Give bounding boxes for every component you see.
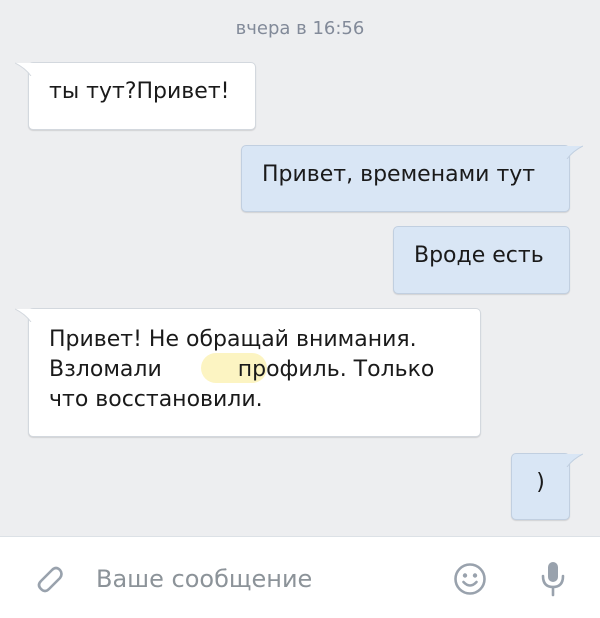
paperclip-icon[interactable] <box>31 561 65 595</box>
message-text: профиль. Только <box>237 357 435 382</box>
message-outgoing[interactable]: ) <box>511 453 583 520</box>
bubble-tail <box>565 453 583 467</box>
microphone-icon[interactable] <box>537 559 569 599</box>
message-outgoing[interactable]: Привет, временами тут <box>241 145 583 212</box>
bubble-tail <box>15 62 33 76</box>
message-incoming[interactable]: Привет! Не обращай внимания. Взломали про… <box>15 308 481 437</box>
message-text: ты тут?Привет! <box>49 79 230 104</box>
message-outgoing[interactable]: Вроде есть <box>393 226 570 294</box>
message-text: Привет, временами тут <box>262 162 536 187</box>
date-separator: вчера в 16:56 <box>235 18 365 39</box>
message-text: Вроде есть <box>414 243 544 268</box>
bubble-tail <box>15 308 33 322</box>
message-line: что восстановили. <box>49 387 263 412</box>
message-input[interactable] <box>96 559 426 599</box>
message-incoming[interactable]: ты тут?Привет! <box>15 62 256 130</box>
message-text: Взломали <box>49 357 162 382</box>
smiley-icon[interactable] <box>453 562 487 596</box>
message-line: Взломали профиль. Только <box>49 355 460 385</box>
chat-history[interactable]: вчера в 16:56 ты тут?Привет! Привет, вре… <box>0 0 600 536</box>
message-line: Привет! Не обращай внимания. <box>49 327 417 352</box>
message-text: ) <box>536 470 545 495</box>
message-composer <box>0 536 600 618</box>
bubble-tail <box>565 145 583 159</box>
